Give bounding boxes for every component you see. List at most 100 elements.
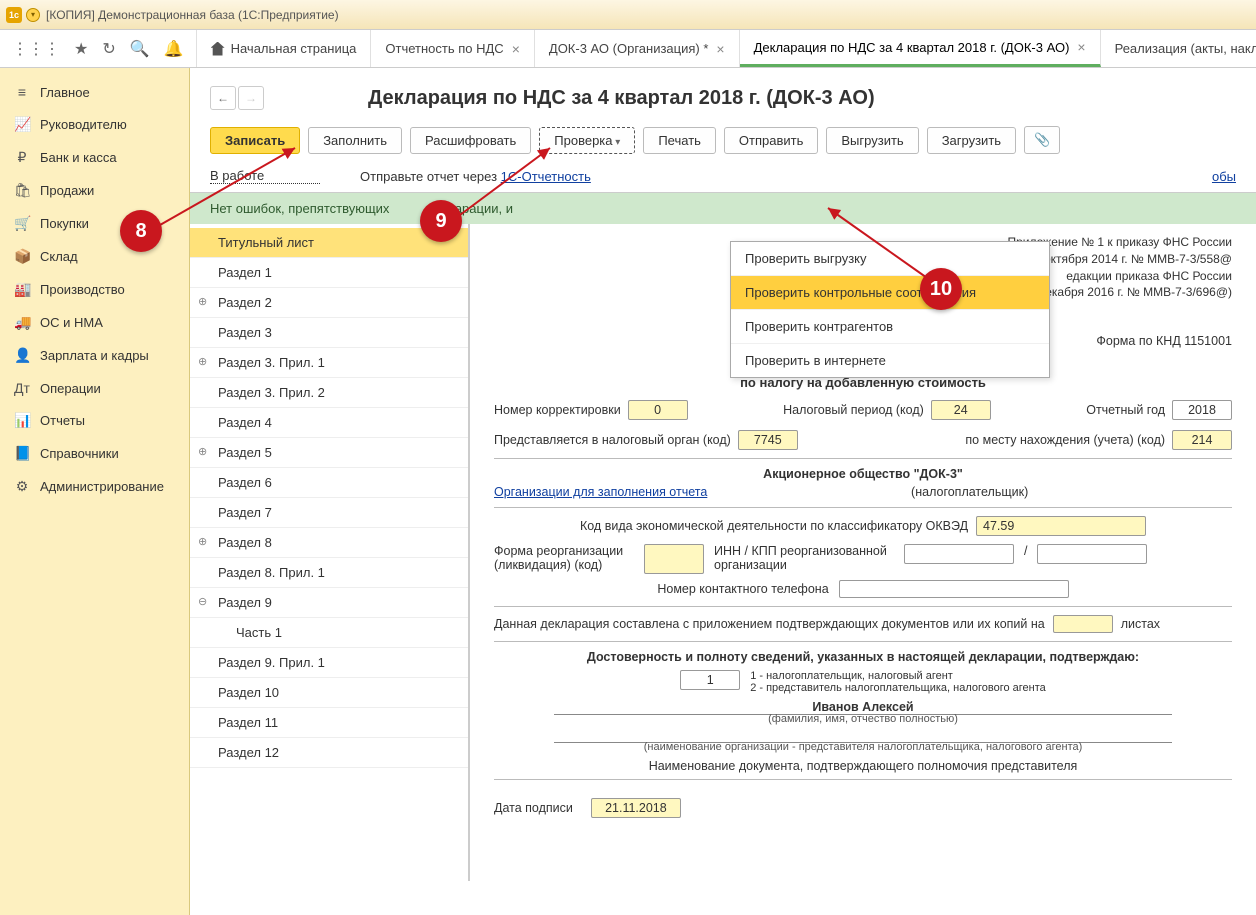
forward-button[interactable]: → [238, 86, 264, 110]
search-icon[interactable]: 🔍 [130, 39, 150, 59]
sidebar-icon: 🛍 [14, 182, 30, 199]
tab-sales[interactable]: Реализация (акты, накладные) [1101, 30, 1256, 67]
section-item[interactable]: Раздел 8. Прил. 1 [190, 558, 468, 588]
sidebar-item[interactable]: 🛍 Продажи [0, 174, 189, 207]
sidebar-icon: Дт [14, 380, 30, 396]
section-item[interactable]: Раздел 3. Прил. 2 [190, 378, 468, 408]
section-item[interactable]: Часть 1 [190, 618, 468, 648]
history-icon[interactable]: ↻ [102, 39, 115, 59]
section-item[interactable]: Раздел 8 [190, 528, 468, 558]
bell-icon[interactable]: 🔔 [164, 39, 184, 59]
reorg-code-field[interactable] [644, 544, 704, 574]
window-title: [КОПИЯ] Демонстрационная база (1С:Предпр… [46, 8, 339, 22]
okved-field[interactable]: 47.59 [976, 516, 1146, 536]
close-icon[interactable]: × [1077, 39, 1085, 55]
sidebar-item[interactable]: 🚚ОС и НМА [0, 306, 189, 339]
organ-field[interactable]: 7745 [738, 430, 798, 450]
sidebar-item[interactable]: 📦Склад [0, 240, 189, 273]
corr-field[interactable]: 0 [628, 400, 688, 420]
sidebar-icon: 🏭 [14, 281, 30, 298]
period-field[interactable]: 24 [931, 400, 991, 420]
callout-8: 8 [120, 210, 162, 252]
sections-list: Титульный листРаздел 1Раздел 2Раздел 3Ра… [190, 224, 470, 881]
section-item[interactable]: Раздел 9 [190, 588, 468, 618]
sidebar-item[interactable]: ₽Банк и касса [0, 141, 189, 174]
sidebar-item-label: Зарплата и кадры [40, 348, 149, 363]
section-item[interactable]: Раздел 5 [190, 438, 468, 468]
phone-field[interactable] [839, 580, 1069, 598]
sidebar-item[interactable]: 📘Справочники [0, 437, 189, 470]
sign-date-field[interactable]: 21.11.2018 [591, 798, 681, 818]
tab-declaration[interactable]: Декларация по НДС за 4 квартал 2018 г. (… [740, 30, 1101, 67]
tab-vat-reporting[interactable]: Отчетность по НДС× [371, 30, 535, 67]
place-field[interactable]: 214 [1172, 430, 1232, 450]
section-item[interactable]: Раздел 6 [190, 468, 468, 498]
menu-check-export[interactable]: Проверить выгрузку [731, 242, 1049, 276]
sidebar-icon: 📈 [14, 116, 30, 133]
sidebar-item[interactable]: ⚙Администрирование [0, 470, 189, 503]
reorg-inn-field[interactable] [904, 544, 1014, 564]
close-icon[interactable]: × [512, 41, 520, 57]
who-field[interactable]: 1 [680, 670, 740, 690]
callout-9: 9 [420, 200, 462, 242]
section-item[interactable]: Раздел 3 [190, 318, 468, 348]
titlebar: 1c ▾ [КОПИЯ] Демонстрационная база (1С:П… [0, 0, 1256, 30]
sidebar-item[interactable]: ДтОперации [0, 372, 189, 404]
year-field[interactable]: 2018 [1172, 400, 1232, 420]
section-item[interactable]: Раздел 2 [190, 288, 468, 318]
grid-icon[interactable]: ⋮⋮⋮ [12, 39, 60, 59]
section-item[interactable]: Раздел 12 [190, 738, 468, 768]
menu-check-internet[interactable]: Проверить в интернете [731, 344, 1049, 377]
status-row: В работе Отправьте отчет через 1С-Отчетн… [190, 164, 1256, 193]
sidebar-item-label: Отчеты [40, 413, 85, 428]
sidebar-item[interactable]: 📊Отчеты [0, 404, 189, 437]
attach-button[interactable]: 📎 [1024, 126, 1060, 154]
methods-link[interactable]: обы [1212, 169, 1236, 184]
payer-label: (налогоплательщик) [911, 485, 1028, 499]
section-item[interactable]: Раздел 9. Прил. 1 [190, 648, 468, 678]
sidebar-item-label: Справочники [40, 446, 119, 461]
reorg-kpp-field[interactable] [1037, 544, 1147, 564]
check-dropdown: Проверить выгрузку Проверить контрольные… [730, 241, 1050, 378]
tab-org[interactable]: ДОК-3 АО (Организация) *× [535, 30, 740, 67]
top-icon-group: ⋮⋮⋮ ★ ↻ 🔍 🔔 [0, 30, 197, 67]
sidebar-item-label: Продажи [40, 183, 94, 198]
menu-check-ratios[interactable]: Проверить контрольные соотношения [731, 276, 1049, 310]
section-item[interactable]: Раздел 10 [190, 678, 468, 708]
sidebar-item[interactable]: 📈Руководителю [0, 108, 189, 141]
section-item[interactable]: Раздел 11 [190, 708, 468, 738]
nav-arrows: ← → [210, 86, 264, 110]
star-icon[interactable]: ★ [74, 39, 88, 59]
check-button[interactable]: Проверка [539, 127, 635, 154]
section-item[interactable]: Раздел 7 [190, 498, 468, 528]
knd-label: Форма по КНД 1151001 [1096, 334, 1232, 348]
app-menu-dropdown[interactable]: ▾ [26, 8, 40, 22]
save-button[interactable]: Записать [210, 127, 300, 154]
section-item[interactable]: Раздел 3. Прил. 1 [190, 348, 468, 378]
send-button[interactable]: Отправить [724, 127, 818, 154]
close-icon[interactable]: × [716, 41, 724, 57]
confirm-header: Достоверность и полноту сведений, указан… [494, 650, 1232, 664]
menu-check-counterparties[interactable]: Проверить контрагентов [731, 310, 1049, 344]
fill-button[interactable]: Заполнить [308, 127, 402, 154]
sidebar-item[interactable]: 👤Зарплата и кадры [0, 339, 189, 372]
section-item[interactable]: Раздел 4 [190, 408, 468, 438]
print-button[interactable]: Печать [643, 127, 716, 154]
top-tab-bar: ⋮⋮⋮ ★ ↻ 🔍 🔔 Начальная страница Отчетност… [0, 30, 1256, 68]
sidebar-item[interactable]: 🏭 Производство [0, 273, 189, 306]
pages-field[interactable] [1053, 615, 1113, 633]
tab-home[interactable]: Начальная страница [197, 30, 372, 67]
fill-orgs-link[interactable]: Организации для заполнения отчета [494, 485, 707, 499]
load-button[interactable]: Загрузить [927, 127, 1016, 154]
export-button[interactable]: Выгрузить [826, 127, 918, 154]
decode-button[interactable]: Расшифровать [410, 127, 531, 154]
status-link[interactable]: В работе [210, 168, 320, 184]
sidebar-item-label: Главное [40, 85, 90, 100]
sidebar-item[interactable]: ≡ Главное [0, 76, 189, 108]
back-button[interactable]: ← [210, 86, 236, 110]
sidebar-icon: ≡ [14, 84, 30, 100]
sidebar-icon: ⚙ [14, 478, 30, 495]
section-item[interactable]: Раздел 1 [190, 258, 468, 288]
send-report-link[interactable]: 1С-Отчетность [501, 169, 591, 184]
sidebar-item-label: Производство [40, 282, 125, 297]
